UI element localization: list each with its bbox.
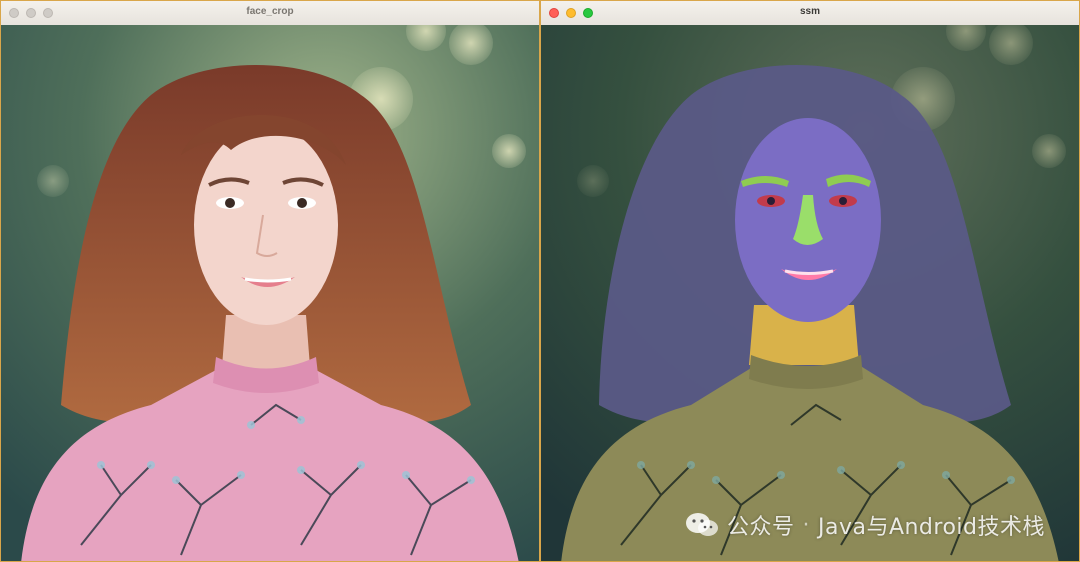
watermark-separator: · <box>802 512 810 538</box>
face-crop-image <box>1 25 539 561</box>
wechat-icon <box>685 512 719 538</box>
titlebar: face_crop <box>1 1 539 26</box>
titlebar: ssm <box>541 1 1079 26</box>
window-title: ssm <box>799 6 820 17</box>
watermark: 公众号 · Java与Android技术栈 <box>685 509 1045 541</box>
segmentation-image: 公众号 · Java与Android技术栈 <box>541 25 1079 561</box>
window-title: face_crop <box>246 6 294 17</box>
ssm-window: ssm 公众号 · Java与Android技术栈 <box>540 0 1080 562</box>
watermark-text: Java与Android技术栈 <box>817 515 1045 540</box>
portrait-photo <box>1 25 539 561</box>
segmentation-overlay <box>541 25 1079 561</box>
watermark-brand: 公众号 <box>726 515 795 540</box>
face-crop-window: face_crop <box>0 0 540 562</box>
